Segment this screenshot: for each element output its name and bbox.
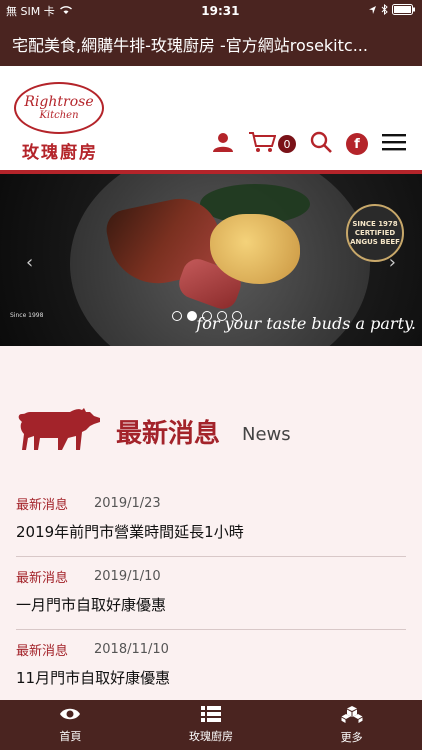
news-meta: 最新消息 2018/11/10	[16, 640, 406, 659]
logo-emblem: Rightrose Kitchen	[14, 82, 104, 134]
list-icon	[200, 706, 221, 725]
news-item[interactable]: 最新消息 2019/1/10 一月門市自取好康優惠	[16, 557, 406, 630]
news-date: 2018/11/10	[94, 642, 169, 657]
news-meta: 最新消息 2019/1/23	[16, 494, 406, 513]
carousel-next-icon[interactable]: ›	[389, 252, 396, 273]
news-date: 2019/1/23	[94, 496, 161, 511]
page-title: 宅配美食,網購牛排-玫瑰廚房 -官方網站rosekitc...	[12, 36, 368, 55]
site-header: Rightrose Kitchen 玫瑰廚房 0 f	[0, 66, 422, 170]
news-category: 最新消息	[16, 571, 69, 586]
cow-icon	[16, 406, 102, 456]
search-icon[interactable]	[310, 131, 332, 157]
since-mark: Since 1998	[10, 312, 44, 319]
tab-home[interactable]: 首頁	[20, 706, 120, 744]
hero-carousel[interactable]: SINCE 1978 CERTIFIED ANGUS BEEF ‹ › Sinc…	[0, 174, 422, 346]
cart-button[interactable]: 0	[248, 130, 296, 158]
facebook-icon[interactable]: f	[346, 133, 368, 155]
news-header: 最新消息 News	[16, 406, 406, 456]
logo-kitchen: Kitchen	[39, 110, 79, 121]
news-item[interactable]: 最新消息 2019/1/23 2019年前門市營業時間延長1小時	[16, 484, 406, 557]
news-date: 2019/1/10	[94, 569, 161, 584]
tab-rose-kitchen-label: 玫瑰廚房	[188, 730, 233, 743]
carousel-prev-icon[interactable]: ‹	[26, 252, 33, 273]
user-icon[interactable]	[212, 131, 234, 157]
page-title-bar: 宅配美食,網購牛排-玫瑰廚房 -官方網站rosekitc...	[0, 22, 422, 66]
hamburger-menu-icon[interactable]	[382, 133, 406, 155]
hero-tagline: for your taste buds a party.	[196, 314, 416, 333]
news-section: 最新消息 News 最新消息 2019/1/23 2019年前門市營業時間延長1小時…	[0, 346, 422, 703]
status-right	[368, 3, 416, 18]
bluetooth-icon	[381, 3, 388, 18]
carousel-dot[interactable]	[172, 311, 182, 321]
news-meta: 最新消息 2019/1/10	[16, 567, 406, 586]
logo-script: Rightrose	[24, 94, 94, 110]
status-left: 無 SIM 卡	[6, 3, 73, 19]
logo-name: 玫瑰廚房	[22, 143, 98, 163]
badge-line1: CERTIFIED	[354, 228, 396, 237]
location-icon	[368, 5, 377, 18]
news-item[interactable]: 最新消息 2018/11/10 11月門市自取好康優惠	[16, 630, 406, 703]
news-title-en: News	[242, 423, 291, 445]
wifi-icon	[59, 5, 73, 18]
tab-rose-kitchen[interactable]: 玫瑰廚房	[161, 706, 261, 744]
carrier-label: 無 SIM 卡	[6, 5, 55, 18]
cart-count-badge: 0	[278, 135, 296, 153]
status-bar: 無 SIM 卡 19:31	[0, 0, 422, 22]
header-actions: 0 f	[212, 130, 406, 158]
news-title: 最新消息	[116, 418, 221, 449]
news-headline: 11月門市自取好康優惠	[16, 669, 171, 687]
status-time: 19:31	[201, 4, 240, 18]
tab-home-label: 首頁	[59, 730, 82, 743]
home-eye-icon	[59, 706, 81, 725]
tab-more[interactable]: 更多	[302, 705, 402, 745]
news-headline: 一月門市自取好康優惠	[16, 596, 167, 614]
news-category: 最新消息	[16, 644, 69, 659]
battery-icon	[391, 4, 416, 18]
news-headline: 2019年前門市營業時間延長1小時	[16, 523, 244, 541]
bottom-tab-bar: 首頁 玫瑰廚房 更多	[0, 700, 422, 750]
news-category: 最新消息	[16, 498, 69, 513]
badge-line2: ANGUS BEEF	[350, 237, 400, 246]
news-list: 最新消息 2019/1/23 2019年前門市營業時間延長1小時 最新消息 2019/1…	[16, 484, 406, 703]
tab-more-label: 更多	[340, 731, 363, 744]
cart-icon	[248, 130, 277, 158]
site-logo[interactable]: Rightrose Kitchen 玫瑰廚房	[14, 82, 106, 163]
cubes-icon	[341, 705, 363, 726]
badge-since: SINCE 1978	[352, 219, 398, 228]
